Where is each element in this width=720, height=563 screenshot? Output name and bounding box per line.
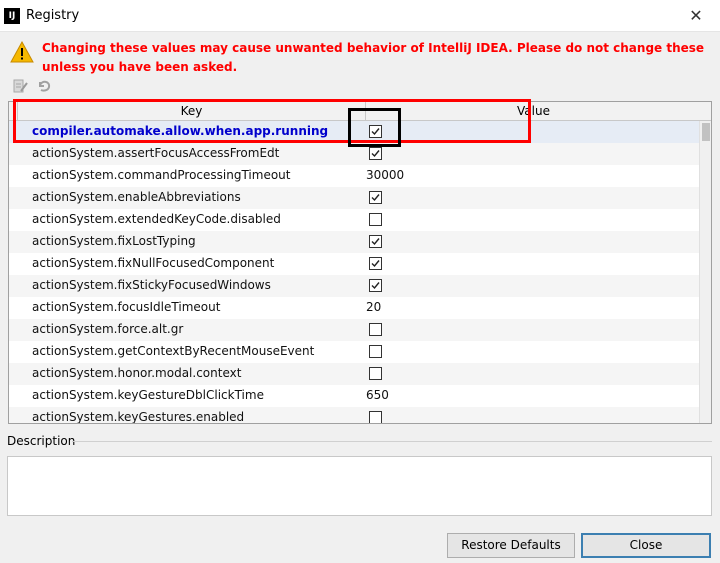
registry-value[interactable]: 30000 xyxy=(366,168,404,182)
close-button[interactable]: Close xyxy=(581,533,711,558)
black-highlight-box xyxy=(348,108,401,147)
value-checkbox[interactable] xyxy=(369,191,382,204)
registry-key: actionSystem.fixStickyFocusedWindows xyxy=(32,278,271,292)
registry-key: actionSystem.extendedKeyCode.disabled xyxy=(32,212,281,226)
intellij-app-icon: IJ xyxy=(4,8,20,24)
table-row[interactable]: actionSystem.honor.modal.context xyxy=(9,363,699,385)
table-row[interactable]: actionSystem.keyGestureDblClickTime 650 xyxy=(9,385,699,407)
value-checkbox[interactable] xyxy=(369,279,382,292)
registry-key: actionSystem.assertFocusAccessFromEdt xyxy=(32,146,280,160)
registry-key: actionSystem.getContextByRecentMouseEven… xyxy=(32,344,315,358)
registry-value[interactable]: 650 xyxy=(366,388,389,402)
restore-icon[interactable] xyxy=(36,78,52,94)
value-checkbox[interactable] xyxy=(369,257,382,270)
table-row[interactable]: actionSystem.extendedKeyCode.disabled xyxy=(9,209,699,231)
scrollbar-thumb[interactable] xyxy=(702,123,710,141)
value-checkbox[interactable] xyxy=(369,147,382,160)
table-row[interactable]: actionSystem.fixLostTyping xyxy=(9,231,699,253)
table-row[interactable]: actionSystem.commandProcessingTimeout 300… xyxy=(9,165,699,187)
title-bar: IJ Registry ✕ xyxy=(0,0,720,32)
value-checkbox[interactable] xyxy=(369,367,382,380)
close-window-icon[interactable]: ✕ xyxy=(682,4,710,28)
table-row[interactable]: actionSystem.fixNullFocusedComponent xyxy=(9,253,699,275)
warning-message: Changing these values may cause unwanted… xyxy=(42,41,705,74)
table-row[interactable]: actionSystem.fixStickyFocusedWindows xyxy=(9,275,699,297)
registry-key: actionSystem.focusIdleTimeout xyxy=(32,300,221,314)
warning-triangle-icon xyxy=(10,41,34,63)
registry-key: actionSystem.force.alt.gr xyxy=(32,322,184,336)
registry-key: actionSystem.fixNullFocusedComponent xyxy=(32,256,275,270)
registry-key: actionSystem.keyGestureDblClickTime xyxy=(32,388,264,402)
description-divider xyxy=(72,441,712,442)
description-label: Description xyxy=(7,434,76,448)
registry-key: actionSystem.keyGestures.enabled xyxy=(32,410,245,424)
window-title: Registry xyxy=(26,8,80,23)
table-row[interactable]: actionSystem.keyGestures.enabled xyxy=(9,407,699,424)
value-checkbox[interactable] xyxy=(369,213,382,226)
table-row[interactable]: actionSystem.enableAbbreviations xyxy=(9,187,699,209)
registry-key: actionSystem.fixLostTyping xyxy=(32,234,196,248)
registry-value[interactable]: 20 xyxy=(366,300,381,314)
value-checkbox[interactable] xyxy=(369,235,382,248)
edit-icon[interactable] xyxy=(12,78,28,94)
red-highlight-box xyxy=(13,99,531,143)
table-row[interactable]: actionSystem.focusIdleTimeout 20 xyxy=(9,297,699,319)
description-area[interactable] xyxy=(7,456,712,516)
value-checkbox[interactable] xyxy=(369,345,382,358)
vertical-scrollbar[interactable] xyxy=(699,121,711,423)
registry-key: actionSystem.commandProcessingTimeout xyxy=(32,168,291,182)
registry-key: actionSystem.honor.modal.context xyxy=(32,366,242,380)
value-checkbox[interactable] xyxy=(369,411,382,423)
registry-table: Key Value compiler.automake.allow.when.a… xyxy=(8,101,712,424)
registry-key: actionSystem.enableAbbreviations xyxy=(32,190,241,204)
table-row[interactable]: actionSystem.force.alt.gr xyxy=(9,319,699,341)
table-row[interactable]: actionSystem.getContextByRecentMouseEven… xyxy=(9,341,699,363)
value-checkbox[interactable] xyxy=(369,323,382,336)
restore-defaults-button[interactable]: Restore Defaults xyxy=(447,533,575,558)
